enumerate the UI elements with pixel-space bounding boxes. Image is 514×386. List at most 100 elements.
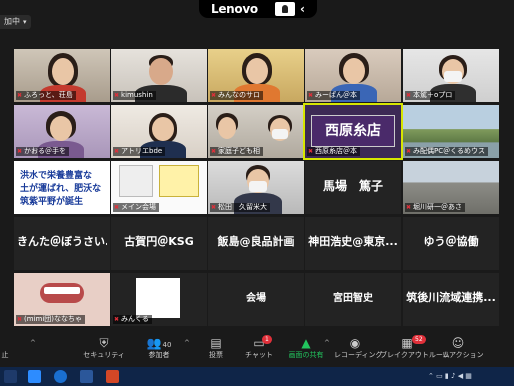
participant-tile-screen-share[interactable]: 洪水で栄養豊富な 土が運ばれ、肥沃な 筑紫平野が誕生 xyxy=(14,161,110,214)
participant-display-name: 宮田智史 xyxy=(333,293,373,304)
participant-tile[interactable]: ✖ 堀川研一＠あさ xyxy=(403,161,499,214)
participant-name: ✖ みんなのサロ xyxy=(210,91,264,100)
chevron-up-icon[interactable]: ^ xyxy=(184,339,190,347)
participant-display-name: 筑後川流域連携... xyxy=(406,291,496,304)
mic-muted-icon: ✖ xyxy=(406,204,412,211)
participant-name: ✖ kimushin xyxy=(113,91,156,100)
participant-name: ✖ かおる＠手を xyxy=(16,147,70,156)
participant-tile[interactable]: ✖ 家庭子ども相 xyxy=(208,105,304,158)
participant-tile[interactable]: 飯島@良品計画 xyxy=(208,217,304,270)
security-button[interactable]: ⛨ セキュリティ xyxy=(82,336,126,360)
reactions-button[interactable]: ☺ リアクション xyxy=(442,336,484,360)
participant-tile[interactable]: 馬場 篤子 xyxy=(305,161,401,214)
mic-muted-icon: ✖ xyxy=(17,92,23,99)
participant-tile[interactable]: ✖ みんくる xyxy=(111,273,207,326)
participant-tile[interactable]: ✖ 松田 久留米大 xyxy=(208,161,304,214)
participant-tile[interactable]: ✖ ふろっと、荘島 xyxy=(14,49,110,102)
participant-tile[interactable]: 宮田智史 xyxy=(305,273,401,326)
chevron-up-icon[interactable]: ^ xyxy=(30,339,36,347)
lenovo-camera-bar: Lenovo ‹ xyxy=(199,0,317,18)
shop-sign: 西原糸店 xyxy=(311,115,395,147)
participant-display-name: 神田浩史@東京... xyxy=(308,235,398,248)
participant-tile[interactable]: きんた＠ぼうさい... xyxy=(14,217,110,270)
video-button[interactable]: 止 xyxy=(0,336,12,360)
participant-name: ✖ 家庭子ども相 xyxy=(210,147,264,156)
participant-tile[interactable]: ゆう＠協働 xyxy=(403,217,499,270)
mic-muted-icon: ✖ xyxy=(406,92,412,99)
record-icon: ◉ xyxy=(349,336,361,350)
participant-tile[interactable]: ✖ 本駕＋oプロ xyxy=(403,49,499,102)
participant-tile[interactable]: 古賀円＠KSG xyxy=(111,217,207,270)
participant-name: ✖ 本駕＋oプロ xyxy=(405,91,456,100)
participant-name: ✖ メイン会場 xyxy=(113,203,160,212)
poll-button[interactable]: ▤ 投票 xyxy=(202,336,230,360)
breakout-rooms-button[interactable]: ▦ 52 ブレイクアウトルーム xyxy=(380,335,450,360)
participant-name: ✖ 松田 久留米大 xyxy=(210,203,271,212)
participant-display-name: 古賀円＠KSG xyxy=(124,235,194,248)
participant-tile[interactable]: ✖ (mimi団)ななちゃ xyxy=(14,273,110,326)
recording-indicator[interactable]: 加中 ▾ xyxy=(0,15,31,29)
participant-tile[interactable]: ✖ み配偶PC＠くるめウス xyxy=(403,105,499,158)
participant-tile[interactable]: ✖ アトリエbde xyxy=(111,105,207,158)
participant-tile[interactable]: 会場 xyxy=(208,273,304,326)
record-button[interactable]: ◉ レコーディング xyxy=(334,336,383,360)
chevron-down-icon: ▾ xyxy=(23,18,27,26)
breakout-badge: 52 xyxy=(412,335,426,344)
brand-label: Lenovo xyxy=(211,2,258,16)
participant-display-name: ゆう＠協働 xyxy=(423,235,479,248)
participant-tile[interactable]: ✖ メイン会場 xyxy=(111,161,207,214)
share-screen-button[interactable]: ▲ 画面の共有 xyxy=(286,336,326,360)
meeting-toolbar: 止 ^ ⛨ セキュリティ 👥40 参加者 ^ ▤ 投票 ▭ 1 チャット ▲ 画… xyxy=(0,333,514,367)
participant-tile-active-speaker[interactable]: 西原糸店 ✖ 西原糸店＠本 xyxy=(303,103,403,160)
chat-button[interactable]: ▭ 1 チャット xyxy=(244,335,274,360)
mic-muted-icon: ✖ xyxy=(17,316,23,323)
chevron-left-icon[interactable]: ‹ xyxy=(300,0,305,18)
participants-icon: 👥40 xyxy=(146,336,172,350)
mic-muted-icon: ✖ xyxy=(211,204,217,211)
participant-tile[interactable]: ✖ みーぱん＠本 xyxy=(305,49,401,102)
participant-display-name: 飯島@良品計画 xyxy=(217,235,295,248)
participant-display-name: きんた＠ぼうさい... xyxy=(17,235,107,248)
edge-icon[interactable] xyxy=(54,370,67,383)
participant-display-name: 会場 xyxy=(246,293,266,304)
tray-icons[interactable]: ⌃ ▭ ▮ ♪ ◀ ▦ xyxy=(428,372,472,380)
mic-muted-icon: ✖ xyxy=(406,148,412,155)
participant-tile[interactable]: 神田浩史@東京... xyxy=(305,217,401,270)
participant-name: ✖ みーぱん＠本 xyxy=(307,91,361,100)
zoom-meeting-window: 加中 ▾ Lenovo ‹ ✖ ふろっと、荘島 ✖ kimushin ✖ みんなのサロ … xyxy=(0,0,514,386)
participant-display-name: 馬場 篤子 xyxy=(322,179,383,193)
mic-muted-icon: ✖ xyxy=(308,148,314,155)
participant-name: ✖ みんくる xyxy=(113,315,152,324)
zoom-app-icon[interactable] xyxy=(28,370,41,383)
participant-name: ✖ 西原糸店＠本 xyxy=(307,147,361,156)
mic-muted-icon: ✖ xyxy=(308,92,314,99)
mic-muted-icon: ✖ xyxy=(211,92,217,99)
word-icon[interactable] xyxy=(80,370,93,383)
mic-muted-icon: ✖ xyxy=(211,148,217,155)
mic-muted-icon: ✖ xyxy=(114,92,120,99)
share-screen-icon: ▲ xyxy=(301,336,311,350)
mic-muted-icon: ✖ xyxy=(17,148,23,155)
chat-badge: 1 xyxy=(262,335,272,344)
camera-icon xyxy=(275,2,295,16)
participant-tile[interactable]: ✖ kimushin xyxy=(111,49,207,102)
mic-muted-icon: ✖ xyxy=(114,316,120,323)
mic-muted-icon: ✖ xyxy=(114,148,120,155)
participant-tile[interactable]: ✖ かおる＠手を xyxy=(14,105,110,158)
participant-tile[interactable]: 筑後川流域連携... xyxy=(403,273,499,326)
poll-icon: ▤ xyxy=(210,336,222,350)
participant-tile[interactable]: ✖ みんなのサロ xyxy=(208,49,304,102)
participant-name: ✖ (mimi団)ななちゃ xyxy=(16,315,86,324)
participant-name: ✖ 堀川研一＠あさ xyxy=(405,203,466,212)
chevron-up-icon[interactable]: ^ xyxy=(324,339,330,347)
mic-muted-icon: ✖ xyxy=(114,204,120,211)
participants-button[interactable]: 👥40 参加者 xyxy=(140,336,178,360)
start-icon[interactable] xyxy=(4,370,17,383)
breakout-rooms-icon: ▦ xyxy=(401,336,413,350)
participant-name: ✖ ふろっと、荘島 xyxy=(16,91,76,100)
shield-icon: ⛨ xyxy=(99,336,109,350)
windows-taskbar: ⌃ ▭ ▮ ♪ ◀ ▦ xyxy=(0,367,514,386)
participant-name: ✖ み配偶PC＠くるめウス xyxy=(405,147,488,156)
powerpoint-icon[interactable] xyxy=(106,370,119,383)
participant-name: ✖ アトリエbde xyxy=(113,147,166,156)
